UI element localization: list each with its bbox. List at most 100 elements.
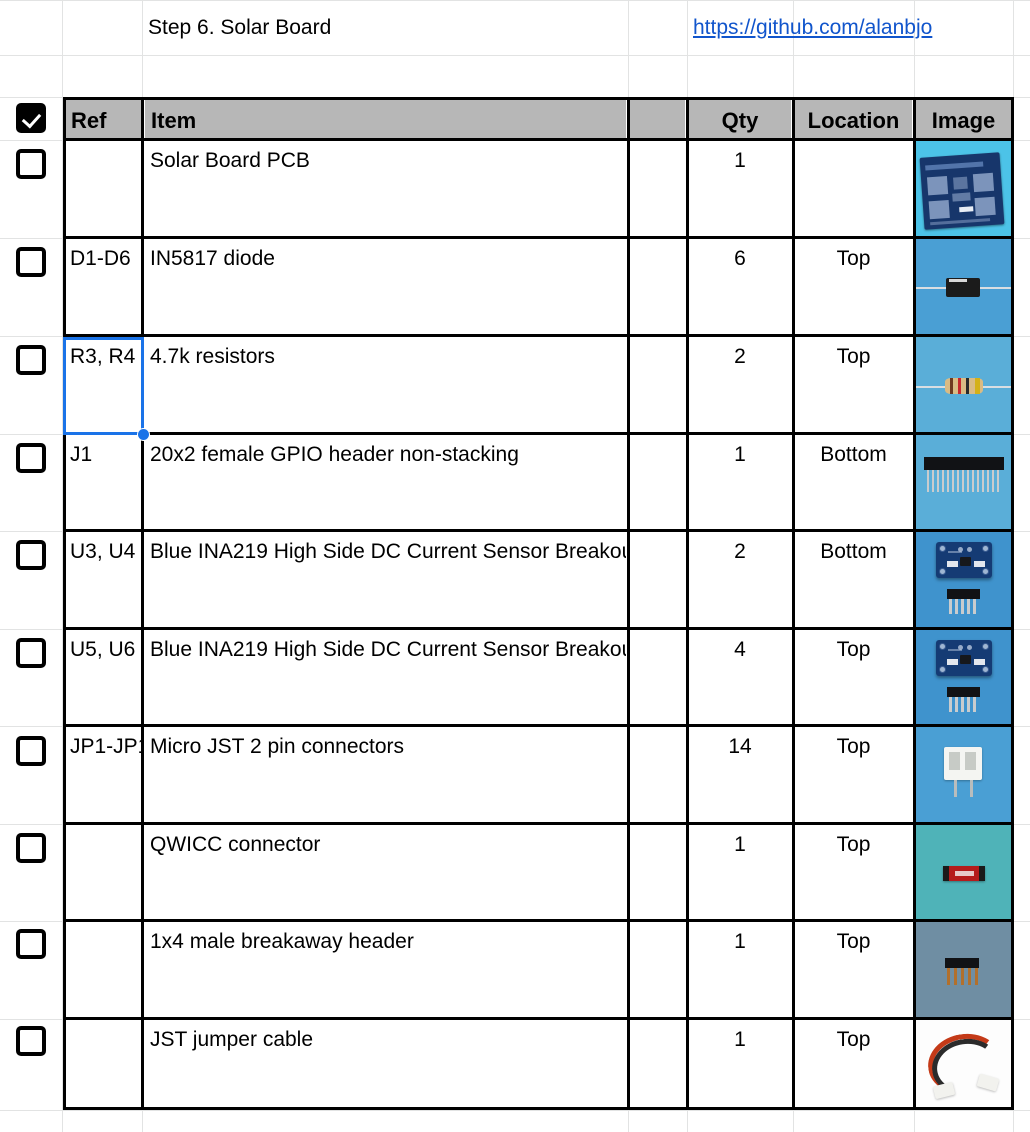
row-checkbox[interactable] — [16, 149, 46, 179]
table-cell-qty[interactable]: 4 — [689, 630, 791, 726]
column-header-image[interactable]: Image — [916, 99, 1011, 138]
row-checkbox[interactable] — [16, 638, 46, 668]
cell-text: JP1-JP14 — [70, 735, 141, 758]
table-cell-location[interactable]: Top — [795, 727, 912, 824]
column-header-qty[interactable]: Qty — [689, 99, 791, 138]
table-cell-ref[interactable] — [65, 922, 141, 1019]
table-cell-location[interactable]: Top — [795, 825, 912, 921]
table-cell-ref[interactable]: R3, R4 — [65, 337, 141, 434]
table-cell-item[interactable]: Micro JST 2 pin connectors — [145, 727, 626, 824]
table-cell-ref[interactable]: U3, U4 — [65, 532, 141, 629]
column-header-ref[interactable]: Ref — [65, 99, 141, 138]
row-checkbox[interactable] — [16, 443, 46, 473]
repo-link-text[interactable]: https://github.com/alanbjo — [693, 17, 932, 38]
table-cell-item[interactable]: 20x2 female GPIO header non-stacking — [145, 435, 626, 531]
table-cell-ref[interactable]: JP1-JP14 — [65, 727, 141, 824]
table-border — [63, 334, 1013, 337]
table-cell-item[interactable]: IN5817 diode — [145, 239, 626, 336]
column-header-item[interactable]: Item — [145, 99, 626, 138]
table-border — [63, 724, 1013, 727]
cell-text: Top — [836, 345, 871, 368]
spreadsheet-canvas[interactable]: Step 6. Solar Board https://github.com/a… — [0, 0, 1030, 1132]
cell-text: R3, R4 — [70, 345, 136, 368]
cell-text: 14 — [728, 735, 752, 758]
table-cell-qty[interactable]: 2 — [689, 337, 791, 434]
thumbnail-solar-board-pcb[interactable] — [916, 141, 1011, 238]
cell-text: 4.7k resistors — [150, 345, 275, 368]
row-checkbox[interactable] — [16, 1026, 46, 1056]
row-checkbox[interactable] — [16, 345, 46, 375]
table-cell-ref[interactable]: U5, U6 — [65, 630, 141, 726]
thumbnail-diode[interactable] — [916, 239, 1011, 336]
row-checkbox[interactable] — [16, 833, 46, 863]
table-cell-location[interactable]: Bottom — [795, 435, 912, 531]
thumbnail-resistor[interactable] — [916, 337, 1011, 434]
table-cell-location[interactable]: Top — [795, 337, 912, 434]
cell-text: 1 — [734, 149, 746, 172]
table-cell-ref[interactable] — [65, 825, 141, 921]
cell-text: Micro JST 2 pin connectors — [150, 735, 405, 758]
cell-text: 1x4 male breakaway header — [150, 930, 414, 953]
table-cell-location[interactable]: Top — [795, 239, 912, 336]
thumbnail-ina219-breakout[interactable] — [916, 630, 1011, 726]
column-header-location[interactable]: Location — [795, 99, 912, 138]
table-cell-qty[interactable]: 1 — [689, 922, 791, 1019]
table-cell-location[interactable] — [795, 141, 912, 238]
table-cell-qty[interactable]: 1 — [689, 435, 791, 531]
thumbnail-jst-jumper-cable[interactable] — [916, 1020, 1011, 1110]
table-cell-qty[interactable]: 6 — [689, 239, 791, 336]
row-checkbox[interactable] — [16, 540, 46, 570]
cell-text: 6 — [734, 247, 746, 270]
column-header-image-label: Image — [931, 108, 996, 133]
table-cell-item[interactable]: 4.7k resistors — [145, 337, 626, 434]
table-cell-item[interactable]: QWICC connector — [145, 825, 626, 921]
thumbnail-ina219-breakout[interactable] — [916, 532, 1011, 629]
table-cell-item[interactable]: Blue INA219 High Side DC Current Sensor … — [145, 630, 626, 726]
row-checkbox[interactable] — [16, 736, 46, 766]
table-cell-location[interactable]: Top — [795, 1020, 912, 1110]
table-cell-qty[interactable]: 1 — [689, 1020, 791, 1110]
column-header-spacer[interactable] — [630, 99, 685, 138]
table-cell-item[interactable]: Solar Board PCB — [145, 141, 626, 238]
table-cell-qty[interactable]: 1 — [689, 141, 791, 238]
cell-text: Blue INA219 High Side DC Current Sensor … — [150, 540, 626, 563]
table-cell-qty[interactable]: 14 — [689, 727, 791, 824]
table-cell-qty[interactable]: 1 — [689, 825, 791, 921]
cell-text: U5, U6 — [70, 638, 136, 661]
cell-text: U3, U4 — [70, 540, 136, 563]
table-cell-ref[interactable]: D1-D6 — [65, 239, 141, 336]
cell-text: Bottom — [820, 443, 887, 466]
table-cell-item[interactable]: JST jumper cable — [145, 1020, 626, 1110]
gridline — [0, 55, 1030, 56]
table-cell-location[interactable]: Top — [795, 922, 912, 1019]
cell-text: Top — [836, 930, 871, 953]
cell-text: QWICC connector — [150, 833, 321, 856]
thumbnail-breakaway-header[interactable] — [916, 922, 1011, 1019]
fill-handle[interactable] — [137, 428, 150, 441]
table-border — [63, 138, 1013, 141]
table-cell-qty[interactable]: 2 — [689, 532, 791, 629]
table-cell-location[interactable]: Bottom — [795, 532, 912, 629]
table-cell-location[interactable]: Top — [795, 630, 912, 726]
table-cell-ref[interactable]: J1 — [65, 435, 141, 531]
repo-link-cell[interactable]: https://github.com/alanbjo — [688, 8, 1013, 54]
table-cell-ref[interactable] — [65, 141, 141, 238]
table-border — [63, 627, 1013, 630]
thumbnail-micro-jst-connector[interactable] — [916, 727, 1011, 824]
table-border — [63, 919, 1013, 922]
row-checkbox[interactable] — [16, 929, 46, 959]
table-cell-ref[interactable] — [65, 1020, 141, 1110]
header-checkbox[interactable] — [16, 103, 46, 133]
thumbnail-gpio-header[interactable] — [916, 435, 1011, 531]
row-checkbox[interactable] — [16, 247, 46, 277]
pcb-image — [919, 152, 1005, 230]
table-border — [63, 822, 1013, 825]
thumbnail-qwiic-connector[interactable] — [916, 825, 1011, 921]
cell-text: 1 — [734, 930, 746, 953]
column-header-qty-label: Qty — [721, 108, 759, 133]
table-cell-item[interactable]: 1x4 male breakaway header — [145, 922, 626, 1019]
table-cell-item[interactable]: Blue INA219 High Side DC Current Sensor … — [145, 532, 626, 629]
step-title-cell[interactable]: Step 6. Solar Board — [143, 8, 628, 54]
table-border — [686, 97, 689, 1110]
cell-text: 2 — [734, 345, 746, 368]
